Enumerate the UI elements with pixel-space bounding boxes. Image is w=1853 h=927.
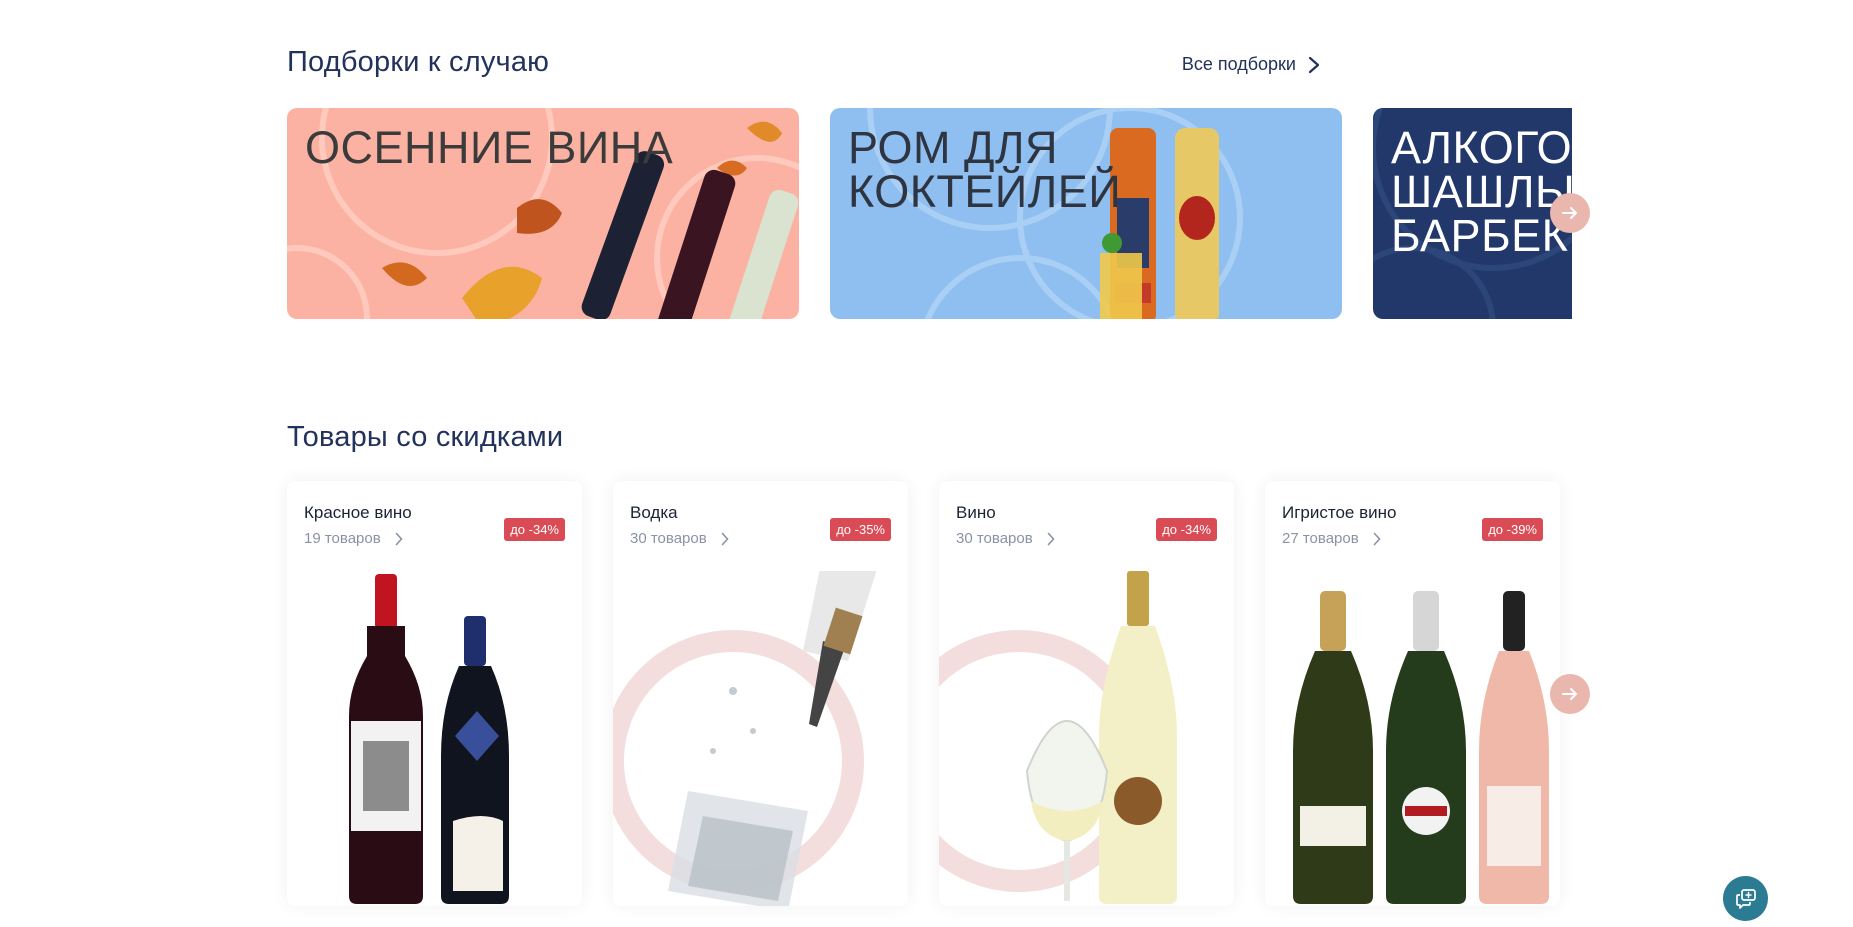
discount-card-wine[interactable]: Вино 30 товаров до -34% bbox=[939, 481, 1234, 906]
card-count-link[interactable]: 30 товаров bbox=[956, 530, 1055, 547]
banner-title: ОСЕННИЕ ВИНА bbox=[305, 122, 674, 173]
banner-title: РОМ ДЛЯ КОКТЕЙЛЕЙ bbox=[848, 122, 1122, 217]
card-count: 30 товаров bbox=[956, 530, 1033, 547]
vodka-image bbox=[613, 571, 877, 906]
red-wine-image bbox=[349, 574, 509, 904]
chevron-right-icon bbox=[1047, 532, 1055, 545]
chat-button[interactable] bbox=[1723, 876, 1768, 921]
arrow-right-icon bbox=[1562, 207, 1577, 219]
collections-carousel: ОСЕННИЕ ВИНА РОМ ДЛЯ КОКТЕЙЛЕЙ АЛКОГО ША… bbox=[287, 108, 1572, 319]
sparkling-wine-image bbox=[1293, 591, 1549, 904]
card-name: Красное вино bbox=[304, 503, 412, 522]
white-wine-image bbox=[939, 571, 1177, 904]
card-count-link[interactable]: 19 товаров bbox=[304, 530, 403, 547]
chevron-right-icon bbox=[1308, 56, 1320, 73]
card-name: Вино bbox=[956, 503, 996, 522]
page: Подборки к случаю Все подборки ОСЕННИЕ В… bbox=[0, 0, 1853, 927]
discount-card-sparkling-wine[interactable]: Игристое вино 27 товаров до -39% bbox=[1265, 481, 1560, 906]
collections-title: Подборки к случаю bbox=[287, 46, 550, 78]
collection-banner-rum-cocktails[interactable]: РОМ ДЛЯ КОКТЕЙЛЕЙ bbox=[830, 108, 1342, 319]
discount-badge: до -35% bbox=[830, 518, 891, 541]
discount-badge: до -34% bbox=[1156, 518, 1217, 541]
discount-card-vodka[interactable]: Водка 30 товаров до -35% bbox=[613, 481, 908, 906]
chevron-right-icon bbox=[721, 532, 729, 545]
all-collections-link[interactable]: Все подборки bbox=[1182, 54, 1320, 75]
card-name: Игристое вино bbox=[1282, 503, 1397, 522]
card-name: Водка bbox=[630, 503, 678, 522]
banner-title: АЛКОГОЛЬ ШАШЛЫК БАРБЕКЮ bbox=[1391, 122, 1572, 261]
discounts-next-button[interactable] bbox=[1550, 674, 1590, 714]
chevron-right-icon bbox=[1373, 532, 1381, 545]
collection-banner-autumn-wines[interactable]: ОСЕННИЕ ВИНА bbox=[287, 108, 799, 319]
discount-badge: до -34% bbox=[504, 518, 565, 541]
card-count-link[interactable]: 30 товаров bbox=[630, 530, 729, 547]
collections-next-button[interactable] bbox=[1550, 193, 1590, 233]
chevron-right-icon bbox=[395, 532, 403, 545]
arrow-right-icon bbox=[1562, 688, 1577, 700]
discounts-title: Товары со скидками bbox=[287, 421, 564, 453]
collection-banner-bbq-alcohol[interactable]: АЛКОГОЛЬ ШАШЛЫК БАРБЕКЮ bbox=[1373, 108, 1572, 319]
discount-card-red-wine[interactable]: Красное вино 19 товаров до -34% bbox=[287, 481, 582, 906]
discount-badge: до -39% bbox=[1482, 518, 1543, 541]
card-count: 30 товаров bbox=[630, 530, 707, 547]
chat-icon bbox=[1735, 888, 1756, 909]
card-count: 19 товаров bbox=[304, 530, 381, 547]
card-count: 27 товаров bbox=[1282, 530, 1359, 547]
card-count-link[interactable]: 27 товаров bbox=[1282, 530, 1381, 547]
discounts-carousel: Красное вино 19 товаров до -34% Водка 30 bbox=[287, 481, 1567, 906]
all-collections-label: Все подборки bbox=[1181, 54, 1296, 74]
